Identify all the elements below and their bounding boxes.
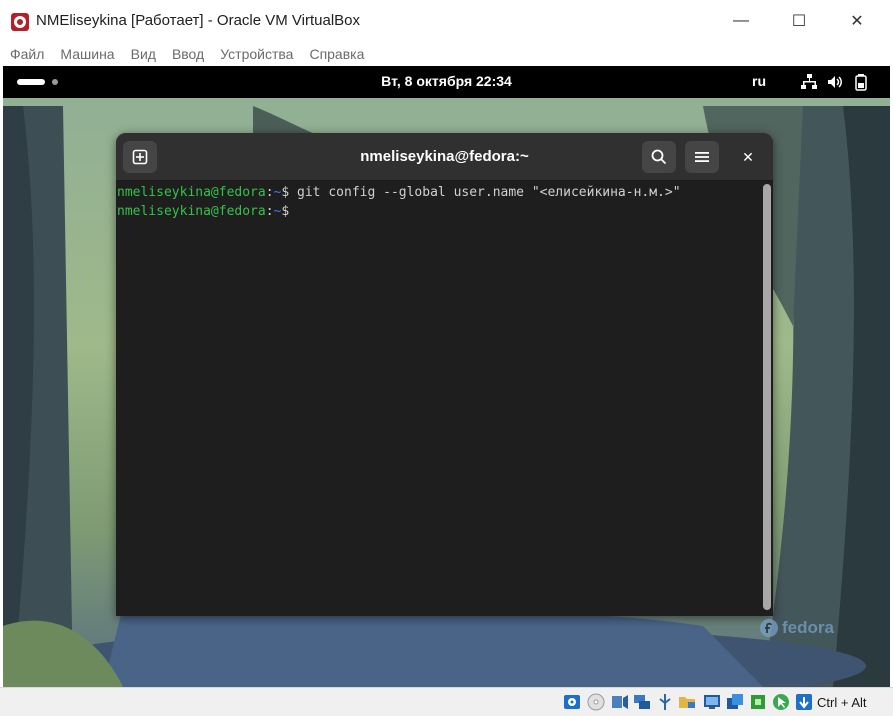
search-icon (651, 149, 667, 165)
optical-disk-icon[interactable] (587, 693, 605, 711)
menu-help[interactable]: Справка (309, 46, 364, 62)
keyboard-layout-indicator[interactable]: ru (752, 73, 766, 89)
menu-file[interactable]: Файл (10, 46, 44, 62)
fedora-logo-icon (760, 619, 778, 637)
main-menu-button[interactable] (685, 141, 719, 173)
maximize-icon: ☐ (791, 13, 807, 30)
close-icon: ✕ (850, 13, 864, 30)
cpu-icon[interactable] (749, 693, 767, 711)
close-button[interactable]: ✕ (830, 0, 884, 42)
menu-devices[interactable]: Устройства (220, 46, 293, 62)
volume-icon[interactable] (826, 73, 844, 91)
network-icon[interactable] (800, 73, 818, 91)
hard-disk-icon[interactable] (563, 693, 581, 711)
usb-icon[interactable] (656, 693, 674, 711)
menu-machine[interactable]: Машина (60, 46, 114, 62)
guest-display[interactable]: Вт, 8 октября 22:34 ru nmeliseykina@fedo… (3, 66, 890, 687)
mouse-integration-icon[interactable] (772, 693, 790, 711)
minimize-button[interactable]: — (714, 0, 768, 42)
prompt-user: nmeliseykina@fedora (117, 204, 266, 219)
fedora-watermark: fedora (759, 618, 834, 638)
prompt-separator: : (265, 185, 274, 200)
vm-statusbar: Ctrl + Alt (0, 687, 893, 716)
host-key-label: Ctrl + Alt (817, 695, 867, 710)
terminal-output[interactable]: nmeliseykina@fedora:~$ git config --glob… (116, 181, 761, 616)
terminal-line: nmeliseykina@fedora:~$ git config --glob… (117, 183, 761, 202)
scrollbar-thumb[interactable] (763, 184, 771, 610)
audio-icon[interactable] (611, 693, 629, 711)
maximize-button[interactable]: ☐ (772, 0, 826, 42)
menu-input[interactable]: Ввод (172, 46, 204, 62)
terminal-headerbar[interactable]: nmeliseykina@fedora:~ ✕ (116, 133, 773, 181)
terminal-close-button[interactable]: ✕ (736, 145, 760, 169)
prompt-user: nmeliseykina@fedora (117, 185, 266, 200)
terminal-window[interactable]: nmeliseykina@fedora:~ ✕ nmeliseykina@fed… (116, 133, 773, 616)
window-titlebar: NMEliseykina [Работает] - Oracle VM Virt… (0, 0, 893, 42)
command-text: git config --global user.name "<елисейки… (289, 185, 681, 200)
shared-folders-icon[interactable] (678, 693, 696, 711)
menubar: Файл Машина Вид Ввод Устройства Справка (0, 42, 893, 66)
terminal-line: nmeliseykina@fedora:~$ (117, 202, 761, 221)
close-icon: ✕ (742, 148, 754, 165)
terminal-scrollbar[interactable] (761, 181, 773, 616)
menu-icon (695, 152, 709, 162)
menu-view[interactable]: Вид (131, 46, 156, 62)
host-key-arrow-icon[interactable] (795, 693, 813, 711)
display-icon[interactable] (703, 693, 721, 711)
prompt-separator: : (265, 204, 274, 219)
prompt-symbol: $ (281, 204, 290, 219)
video-capture-icon[interactable] (726, 693, 744, 711)
window-title: NMEliseykina [Работает] - Oracle VM Virt… (36, 12, 361, 29)
search-button[interactable] (642, 141, 676, 173)
virtualbox-vm-icon (11, 13, 29, 31)
fedora-watermark-text: fedora (782, 618, 834, 637)
battery-icon[interactable] (852, 73, 870, 91)
minimize-icon: — (733, 12, 749, 29)
network-adapter-icon[interactable] (633, 693, 651, 711)
gnome-top-bar: Вт, 8 октября 22:34 ru (3, 66, 890, 98)
